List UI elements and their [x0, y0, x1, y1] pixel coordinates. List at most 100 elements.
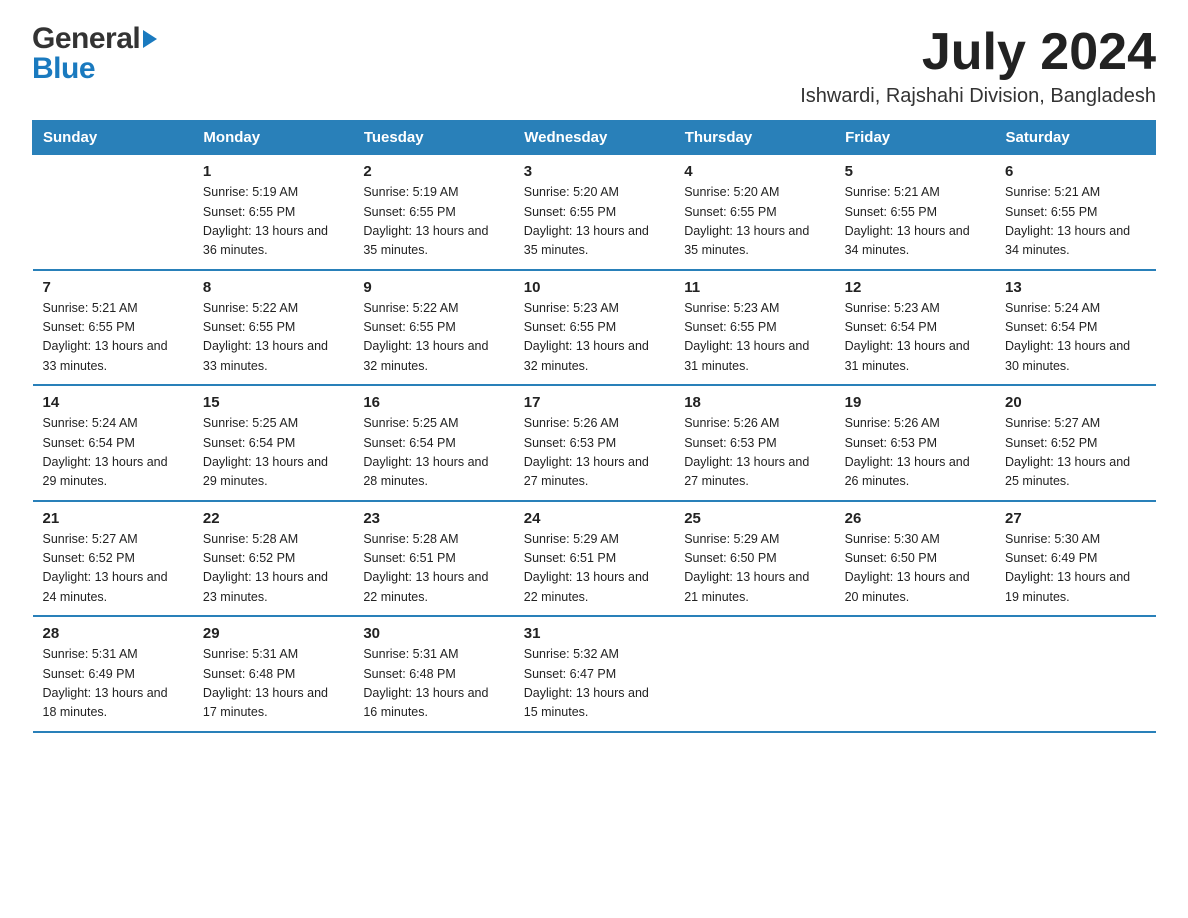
day-detail: Sunrise: 5:24 AMSunset: 6:54 PMDaylight:… — [43, 414, 183, 492]
day-detail: Sunrise: 5:30 AMSunset: 6:50 PMDaylight:… — [845, 530, 985, 608]
day-number: 21 — [43, 510, 183, 527]
calendar-cell: 20 Sunrise: 5:27 AMSunset: 6:52 PMDayligh… — [995, 385, 1155, 501]
calendar-cell: 2 Sunrise: 5:19 AMSunset: 6:55 PMDaylight… — [353, 155, 513, 270]
day-of-week-header: Wednesday — [514, 121, 674, 155]
day-number: 13 — [1005, 279, 1145, 296]
day-detail: Sunrise: 5:19 AMSunset: 6:55 PMDaylight:… — [363, 183, 503, 261]
logo-arrow-icon — [143, 30, 157, 48]
calendar-cell: 16 Sunrise: 5:25 AMSunset: 6:54 PMDayligh… — [353, 385, 513, 501]
day-number: 27 — [1005, 510, 1145, 527]
calendar-cell: 27 Sunrise: 5:30 AMSunset: 6:49 PMDayligh… — [995, 501, 1155, 617]
calendar-cell: 4Sunrise: 5:20 AMSunset: 6:55 PMDaylight… — [674, 155, 834, 270]
day-number: 11 — [684, 279, 824, 296]
day-number: 28 — [43, 625, 183, 642]
day-number: 12 — [845, 279, 985, 296]
calendar-cell: 28 Sunrise: 5:31 AMSunset: 6:49 PMDayligh… — [33, 616, 193, 732]
calendar-week-row: 7Sunrise: 5:21 AMSunset: 6:55 PMDaylight… — [33, 270, 1156, 386]
day-detail: Sunrise: 5:24 AMSunset: 6:54 PMDaylight:… — [1005, 299, 1145, 377]
day-detail: Sunrise: 5:27 AMSunset: 6:52 PMDaylight:… — [1005, 414, 1145, 492]
day-number: 18 — [684, 394, 824, 411]
day-detail: Sunrise: 5:23 AMSunset: 6:55 PMDaylight:… — [524, 299, 664, 377]
day-of-week-header: Friday — [835, 121, 995, 155]
day-number: 10 — [524, 279, 664, 296]
day-detail: Sunrise: 5:23 AMSunset: 6:54 PMDaylight:… — [845, 299, 985, 377]
calendar-header-row: SundayMondayTuesdayWednesdayThursdayFrid… — [33, 121, 1156, 155]
day-detail: Sunrise: 5:31 AMSunset: 6:48 PMDaylight:… — [363, 645, 503, 723]
calendar-cell: 14 Sunrise: 5:24 AMSunset: 6:54 PMDayligh… — [33, 385, 193, 501]
calendar-cell: 6Sunrise: 5:21 AMSunset: 6:55 PMDaylight… — [995, 155, 1155, 270]
day-detail: Sunrise: 5:28 AMSunset: 6:51 PMDaylight:… — [363, 530, 503, 608]
day-detail: Sunrise: 5:31 AMSunset: 6:49 PMDaylight:… — [43, 645, 183, 723]
calendar-cell: 29Sunrise: 5:31 AMSunset: 6:48 PMDayligh… — [193, 616, 353, 732]
calendar-cell: 7Sunrise: 5:21 AMSunset: 6:55 PMDaylight… — [33, 270, 193, 386]
day-of-week-header: Tuesday — [353, 121, 513, 155]
location-subtitle: Ishwardi, Rajshahi Division, Bangladesh — [800, 85, 1156, 108]
title-block: July 2024 Ishwardi, Rajshahi Division, B… — [800, 24, 1156, 108]
day-detail: Sunrise: 5:21 AMSunset: 6:55 PMDaylight:… — [845, 183, 985, 261]
calendar-cell — [835, 616, 995, 732]
day-detail: Sunrise: 5:26 AMSunset: 6:53 PMDaylight:… — [684, 414, 824, 492]
day-detail: Sunrise: 5:20 AMSunset: 6:55 PMDaylight:… — [524, 183, 664, 261]
calendar-cell: 24 Sunrise: 5:29 AMSunset: 6:51 PMDayligh… — [514, 501, 674, 617]
calendar-cell: 10 Sunrise: 5:23 AMSunset: 6:55 PMDayligh… — [514, 270, 674, 386]
calendar-cell: 1 Sunrise: 5:19 AMSunset: 6:55 PMDaylight… — [193, 155, 353, 270]
calendar-table: SundayMondayTuesdayWednesdayThursdayFrid… — [32, 120, 1156, 733]
calendar-week-row: 28 Sunrise: 5:31 AMSunset: 6:49 PMDayligh… — [33, 616, 1156, 732]
day-detail: Sunrise: 5:32 AMSunset: 6:47 PMDaylight:… — [524, 645, 664, 723]
calendar-cell — [33, 155, 193, 270]
day-detail: Sunrise: 5:30 AMSunset: 6:49 PMDaylight:… — [1005, 530, 1145, 608]
day-number: 2 — [363, 163, 503, 180]
calendar-cell: 5 Sunrise: 5:21 AMSunset: 6:55 PMDaylight… — [835, 155, 995, 270]
day-of-week-header: Sunday — [33, 121, 193, 155]
page-header: General Blue July 2024 Ishwardi, Rajshah… — [32, 24, 1156, 108]
day-number: 6 — [1005, 163, 1145, 180]
day-detail: Sunrise: 5:19 AMSunset: 6:55 PMDaylight:… — [203, 183, 343, 261]
calendar-cell: 12 Sunrise: 5:23 AMSunset: 6:54 PMDayligh… — [835, 270, 995, 386]
day-detail: Sunrise: 5:23 AMSunset: 6:55 PMDaylight:… — [684, 299, 824, 377]
day-detail: Sunrise: 5:22 AMSunset: 6:55 PMDaylight:… — [203, 299, 343, 377]
day-detail: Sunrise: 5:26 AMSunset: 6:53 PMDaylight:… — [845, 414, 985, 492]
day-number: 3 — [524, 163, 664, 180]
calendar-cell — [995, 616, 1155, 732]
calendar-cell: 26 Sunrise: 5:30 AMSunset: 6:50 PMDayligh… — [835, 501, 995, 617]
calendar-cell: 15Sunrise: 5:25 AMSunset: 6:54 PMDayligh… — [193, 385, 353, 501]
day-number: 5 — [845, 163, 985, 180]
day-number: 24 — [524, 510, 664, 527]
day-number: 14 — [43, 394, 183, 411]
day-detail: Sunrise: 5:27 AMSunset: 6:52 PMDaylight:… — [43, 530, 183, 608]
day-number: 26 — [845, 510, 985, 527]
day-detail: Sunrise: 5:21 AMSunset: 6:55 PMDaylight:… — [43, 299, 183, 377]
day-number: 16 — [363, 394, 503, 411]
day-number: 22 — [203, 510, 343, 527]
calendar-week-row: 1 Sunrise: 5:19 AMSunset: 6:55 PMDaylight… — [33, 155, 1156, 270]
day-number: 19 — [845, 394, 985, 411]
day-of-week-header: Saturday — [995, 121, 1155, 155]
logo-blue-text: Blue — [32, 54, 95, 84]
calendar-cell: 19 Sunrise: 5:26 AMSunset: 6:53 PMDayligh… — [835, 385, 995, 501]
calendar-cell: 31Sunrise: 5:32 AMSunset: 6:47 PMDayligh… — [514, 616, 674, 732]
day-number: 17 — [524, 394, 664, 411]
calendar-week-row: 21 Sunrise: 5:27 AMSunset: 6:52 PMDayligh… — [33, 501, 1156, 617]
day-number: 20 — [1005, 394, 1145, 411]
logo-general-text: General — [32, 24, 140, 54]
day-number: 23 — [363, 510, 503, 527]
day-detail: Sunrise: 5:25 AMSunset: 6:54 PMDaylight:… — [203, 414, 343, 492]
day-detail: Sunrise: 5:28 AMSunset: 6:52 PMDaylight:… — [203, 530, 343, 608]
month-year-title: July 2024 — [800, 24, 1156, 81]
calendar-cell: 21 Sunrise: 5:27 AMSunset: 6:52 PMDayligh… — [33, 501, 193, 617]
day-of-week-header: Monday — [193, 121, 353, 155]
day-number: 1 — [203, 163, 343, 180]
calendar-cell: 3 Sunrise: 5:20 AMSunset: 6:55 PMDaylight… — [514, 155, 674, 270]
logo: General Blue — [32, 24, 157, 84]
day-detail: Sunrise: 5:26 AMSunset: 6:53 PMDaylight:… — [524, 414, 664, 492]
calendar-cell: 25Sunrise: 5:29 AMSunset: 6:50 PMDayligh… — [674, 501, 834, 617]
day-detail: Sunrise: 5:25 AMSunset: 6:54 PMDaylight:… — [363, 414, 503, 492]
day-number: 8 — [203, 279, 343, 296]
day-number: 9 — [363, 279, 503, 296]
calendar-cell: 30Sunrise: 5:31 AMSunset: 6:48 PMDayligh… — [353, 616, 513, 732]
day-number: 25 — [684, 510, 824, 527]
day-detail: Sunrise: 5:22 AMSunset: 6:55 PMDaylight:… — [363, 299, 503, 377]
calendar-cell: 18 Sunrise: 5:26 AMSunset: 6:53 PMDayligh… — [674, 385, 834, 501]
day-detail: Sunrise: 5:29 AMSunset: 6:51 PMDaylight:… — [524, 530, 664, 608]
calendar-cell — [674, 616, 834, 732]
